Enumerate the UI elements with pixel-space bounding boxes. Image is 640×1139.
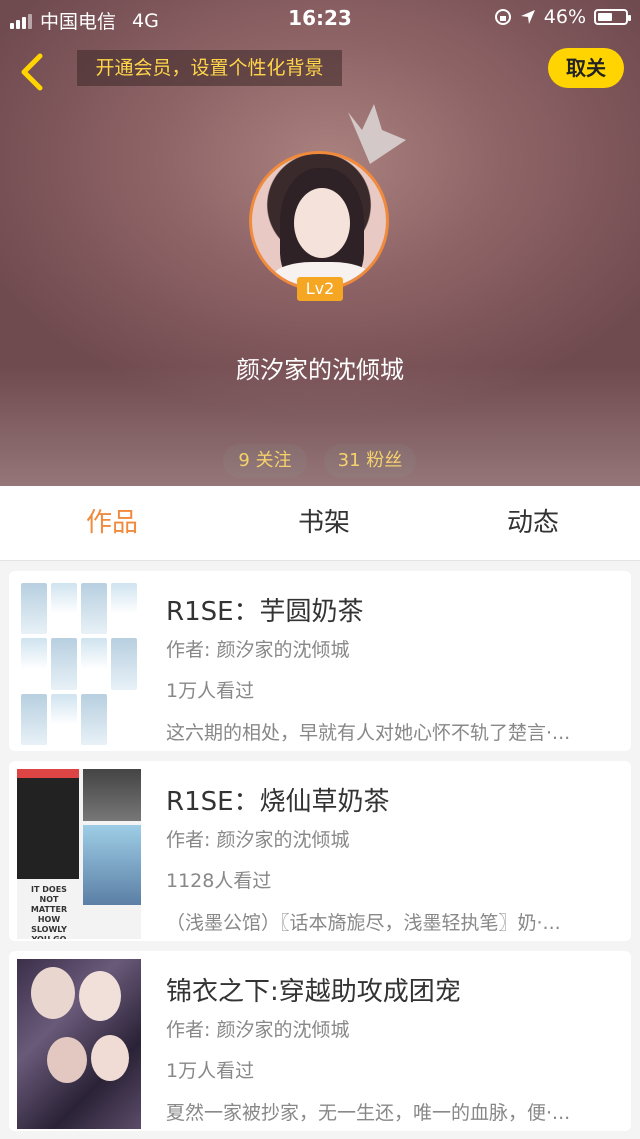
username: 颜汐家的沈倾城 <box>236 356 404 384</box>
work-author: 作者: 颜汐家的沈倾城 <box>166 639 350 661</box>
tab-activity[interactable]: 动态 <box>463 486 603 560</box>
profile-tabs: 作品 书架 动态 <box>0 486 640 561</box>
battery-icon <box>594 9 631 25</box>
chevron-left-icon <box>21 53 43 91</box>
profile-header: 中国电信 4G 16:23 46% 开通会员，设置个性化背景 取关 Lv2 颜汐… <box>0 0 640 486</box>
location-icon <box>520 10 535 24</box>
work-card[interactable]: 锦衣之下:穿越助攻成团宠 作者: 颜汐家的沈倾城 1万人看过 夏然一家被抄家，无… <box>9 951 631 1131</box>
work-views: 1万人看过 <box>166 680 255 702</box>
work-description: 这六期的相处，早就有人对她心怀不轨了楚言·... <box>166 722 571 744</box>
vip-background-promo[interactable]: 开通会员，设置个性化背景 <box>77 50 342 86</box>
work-cover-image: IT DOES NOT MATTER HOW SLOWLY YOU GO <box>17 769 141 939</box>
work-title: R1SE：芋圆奶茶 <box>166 597 364 627</box>
work-card[interactable]: IT DOES NOT MATTER HOW SLOWLY YOU GO R1S… <box>9 761 631 941</box>
work-title: R1SE：烧仙草奶茶 <box>166 787 390 817</box>
level-badge: Lv2 <box>297 277 343 301</box>
tab-bookshelf[interactable]: 书架 <box>254 486 394 560</box>
battery-percent: 46% <box>543 6 586 28</box>
tab-works[interactable]: 作品 <box>42 486 182 560</box>
work-cover-image <box>17 959 141 1129</box>
work-author: 作者: 颜汐家的沈倾城 <box>166 1019 350 1041</box>
work-title: 锦衣之下:穿越助攻成团宠 <box>166 977 461 1007</box>
status-bar: 中国电信 4G 16:23 46% <box>0 0 640 36</box>
cover-caption: IT DOES NOT MATTER HOW SLOWLY YOU GO <box>30 885 68 939</box>
followers-count[interactable]: 31 粉丝 <box>324 444 416 478</box>
following-count[interactable]: 9 关注 <box>223 444 307 478</box>
work-cover-image <box>17 579 141 749</box>
work-author: 作者: 颜汐家的沈倾城 <box>166 829 350 851</box>
back-button[interactable] <box>14 50 54 94</box>
unfollow-button[interactable]: 取关 <box>548 48 624 88</box>
avatar[interactable] <box>249 151 389 291</box>
work-description: 夏然一家被抄家，无一生还，唯一的血脉，便·... <box>166 1102 571 1124</box>
work-views: 1万人看过 <box>166 1060 255 1082</box>
work-views: 1128人看过 <box>166 870 272 892</box>
rotation-lock-icon <box>494 9 511 25</box>
work-description: （浅墨公馆）〖话本旖旎尽，浅墨轻执笔〗奶·... <box>166 912 561 934</box>
work-card[interactable]: R1SE：芋圆奶茶 作者: 颜汐家的沈倾城 1万人看过 这六期的相处，早就有人对… <box>9 571 631 751</box>
